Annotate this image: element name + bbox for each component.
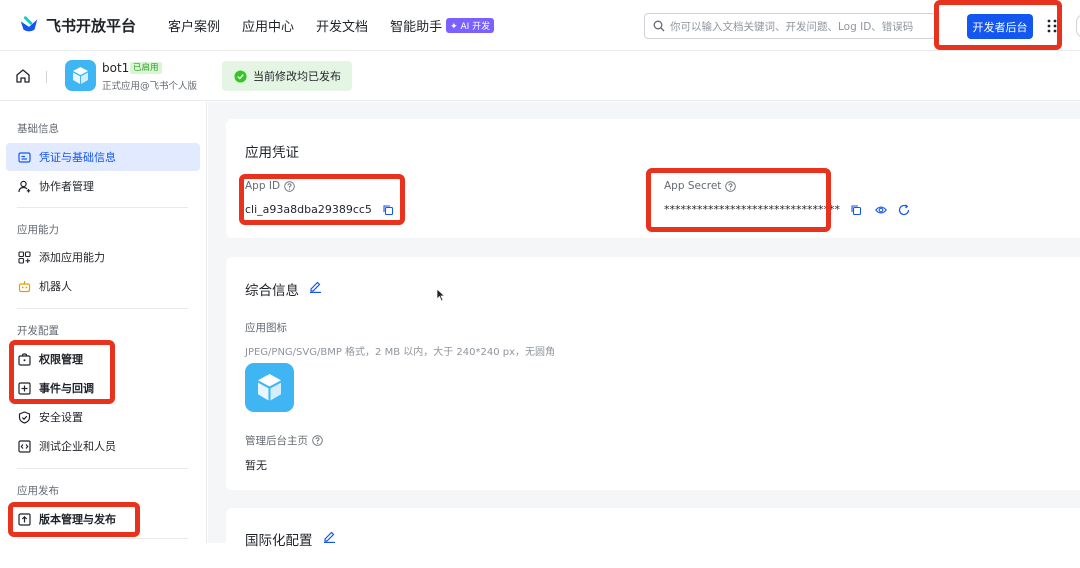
annotation-highlight-app-id	[239, 174, 405, 225]
sidebar-item-bot[interactable]: 机器人	[6, 272, 200, 300]
refresh-icon[interactable]	[898, 203, 910, 216]
nav-smart-assistant[interactable]: 智能助手 ✦ AI 开发	[390, 16, 495, 35]
copy-icon[interactable]	[850, 204, 862, 216]
cube-icon	[73, 67, 88, 84]
divider	[17, 468, 188, 469]
sidebar-item-label: 协作者管理	[39, 180, 94, 193]
field-label-text: 管理后台主页	[245, 435, 308, 447]
nav-dev-docs[interactable]: 开发文档	[316, 16, 368, 35]
app-name: bot1	[102, 61, 130, 75]
publish-status-toast: 当前修改均已发布	[222, 61, 352, 91]
user-avatar[interactable]	[1076, 14, 1080, 38]
search-placeholder: 你可以输入文档关键词、开发问题、Log ID、错误码	[670, 20, 914, 33]
section-title: 国际化配置	[245, 533, 313, 549]
sidebar-item-test-tenants[interactable]: 测试企业和人员	[6, 432, 200, 460]
brand-logo[interactable]: 飞书开放平台	[18, 14, 136, 36]
help-icon[interactable]	[312, 435, 323, 446]
sidebar-item-label: 测试企业和人员	[39, 440, 116, 453]
sidebar-item-label: 添加应用能力	[39, 251, 105, 264]
sidebar-section-capabilities: 应用能力	[17, 224, 59, 236]
annotation-highlight-app-secret	[646, 168, 831, 232]
divider	[17, 207, 188, 208]
main-nav: 客户案例 应用中心 开发文档 智能助手 ✦ AI 开发	[168, 16, 516, 35]
app-subtitle: 正式应用@飞书个人版	[102, 81, 198, 92]
nav-customer-cases[interactable]: 客户案例	[168, 16, 220, 35]
sidebar-item-credentials[interactable]: 凭证与基础信息	[6, 143, 200, 171]
homepage-value: 暂无	[245, 459, 267, 472]
code-icon	[18, 439, 31, 453]
user-add-icon	[18, 180, 31, 192]
sidebar-item-label: 安全设置	[39, 411, 83, 424]
sidebar-item-security[interactable]: 安全设置	[6, 403, 200, 431]
homepage-label: 管理后台主页	[245, 433, 323, 448]
eye-icon[interactable]	[875, 204, 887, 216]
app-icon-hint: JPEG/PNG/SVG/BMP 格式，2 MB 以内，大于 240*240 p…	[245, 347, 556, 358]
app-icon-preview[interactable]	[245, 363, 294, 412]
robot-icon	[18, 280, 31, 292]
brand-name: 飞书开放平台	[46, 16, 137, 35]
annotation-highlight-dev-console	[934, 0, 1062, 50]
divider	[46, 71, 47, 83]
app-header-bar	[0, 51, 1080, 101]
sidebar-section-dev-config: 开发配置	[17, 325, 59, 337]
nav-app-center[interactable]: 应用中心	[242, 16, 294, 35]
sidebar-item-collaborators[interactable]: 协作者管理	[6, 172, 200, 200]
app-icon	[65, 60, 96, 91]
annotation-highlight-versions	[8, 502, 140, 537]
search-icon	[653, 20, 665, 32]
shield-icon	[18, 410, 31, 424]
sidebar-item-label: 凭证与基础信息	[39, 151, 116, 164]
grid-add-icon	[18, 250, 31, 264]
divider	[17, 308, 188, 309]
section-title: 综合信息	[245, 283, 299, 299]
status-badge: 已启用	[130, 62, 162, 74]
edit-icon[interactable]	[309, 280, 322, 293]
section-title: 应用凭证	[245, 145, 299, 161]
i18n-card: 国际化配置	[226, 508, 1080, 568]
nav-smart-assistant-label: 智能助手	[390, 19, 443, 35]
home-icon[interactable]	[15, 68, 31, 84]
sidebar: 基础信息 凭证与基础信息 协作者管理 应用能力 添加应用能力 机器人 开发配置 …	[0, 102, 207, 543]
annotation-highlight-dev-config	[9, 340, 115, 404]
sidebar-section-basic: 基础信息	[17, 123, 59, 135]
mouse-cursor-icon	[436, 288, 446, 302]
divider	[17, 538, 188, 539]
sidebar-section-release: 应用发布	[17, 485, 59, 497]
id-card-icon	[18, 151, 31, 163]
main-content: 应用凭证 App ID cli_a93a8dba29389cc5 App Sec…	[208, 102, 1080, 568]
cube-icon	[258, 374, 281, 401]
general-info-card: 综合信息 应用图标 JPEG/PNG/SVG/BMP 格式，2 MB 以内，大于…	[226, 257, 1080, 490]
app-icon-label: 应用图标	[245, 322, 287, 334]
edit-icon[interactable]	[323, 530, 336, 543]
ai-dev-badge: ✦ AI 开发	[446, 17, 495, 33]
sidebar-item-label: 机器人	[39, 280, 72, 293]
check-circle-icon	[234, 69, 247, 83]
search-input[interactable]: 你可以输入文档关键词、开发问题、Log ID、错误码	[644, 13, 936, 39]
feishu-logo-icon	[20, 16, 38, 32]
sidebar-item-add-capability[interactable]: 添加应用能力	[6, 243, 200, 271]
toast-text: 当前修改均已发布	[253, 70, 341, 83]
